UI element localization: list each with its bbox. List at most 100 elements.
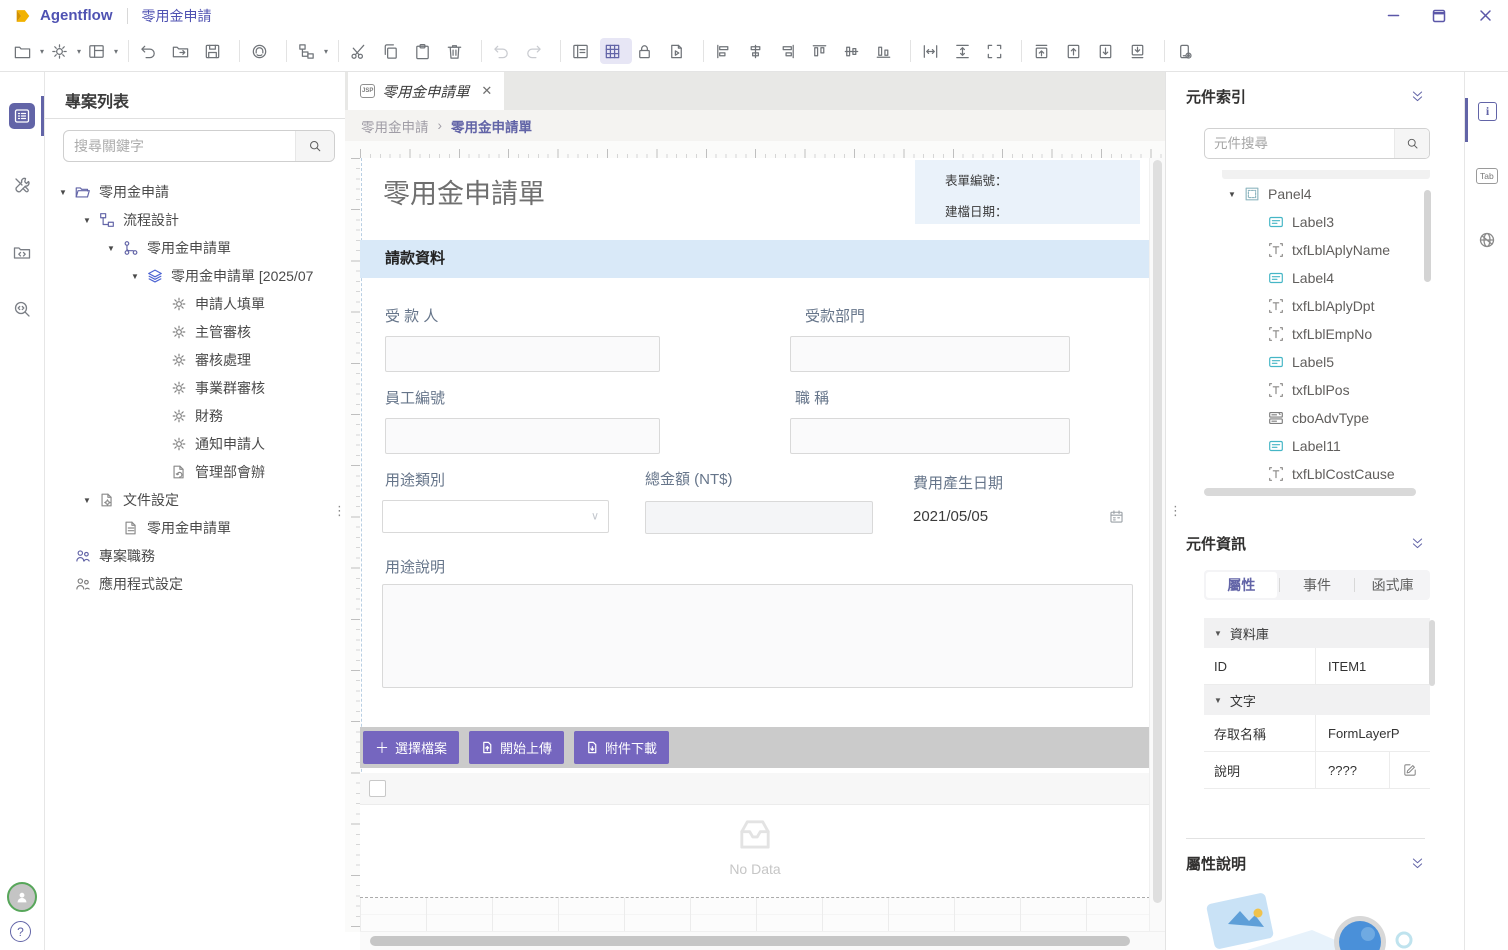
undo-button[interactable]: ▾ — [136, 38, 168, 64]
fit-height-button[interactable]: ▾ — [950, 38, 982, 64]
fit-screen-button[interactable]: ▾ — [982, 38, 1014, 64]
component-item[interactable]: Panel4 — [1166, 180, 1465, 208]
fit-width-button[interactable]: ▾ — [918, 38, 950, 64]
expand-arrow-icon[interactable] — [83, 216, 98, 225]
send-to-back-button[interactable]: ▾ — [1125, 38, 1157, 64]
panel-resize-handle[interactable]: ⋮ — [333, 508, 341, 514]
breadcrumb-parent[interactable]: 零用金申請 — [361, 116, 429, 136]
calendar-icon[interactable] — [1108, 508, 1125, 525]
project-search[interactable] — [63, 130, 335, 162]
tab-properties[interactable]: 屬性 — [1206, 572, 1277, 598]
empno-field[interactable] — [385, 418, 660, 454]
property-group-text[interactable]: ▼文字 — [1204, 685, 1430, 715]
component-item[interactable]: cboAdvType — [1166, 404, 1465, 432]
file-run-button[interactable]: ▾ — [664, 38, 696, 64]
tree-item[interactable]: 審核處理 — [45, 346, 345, 374]
expand-arrow-icon[interactable] — [131, 272, 146, 281]
tree-item[interactable]: 管理部會辦 — [45, 458, 345, 486]
align-right-button[interactable]: ▾ — [775, 38, 807, 64]
grid-view-button[interactable]: ▾ — [600, 38, 632, 64]
canvas-horizontal-scrollbar[interactable] — [360, 931, 1165, 950]
align-middle-v-button[interactable]: ▾ — [839, 38, 871, 64]
save-button[interactable]: ▾ — [200, 38, 232, 64]
cut-button[interactable]: ▾ — [346, 38, 378, 64]
property-row[interactable]: 說明???? — [1204, 752, 1430, 789]
panel-resize-handle[interactable]: ⋮ — [1169, 508, 1177, 514]
tree-item[interactable]: 零用金申請 — [45, 178, 345, 206]
hierarchy-button[interactable]: ▾ — [294, 38, 331, 64]
tree-item[interactable]: 零用金申請單 — [45, 514, 345, 542]
align-center-h-button[interactable]: ▾ — [743, 38, 775, 64]
send-backward-button[interactable]: ▾ — [1093, 38, 1125, 64]
component-item[interactable]: Label4 — [1166, 264, 1465, 292]
component-search[interactable] — [1204, 128, 1430, 159]
layout-button[interactable]: ▾ — [84, 38, 121, 64]
tree-item[interactable]: 文件設定 — [45, 486, 345, 514]
component-item[interactable]: Label11 — [1166, 432, 1465, 460]
edit-icon[interactable] — [1389, 752, 1430, 788]
component-search-input[interactable] — [1205, 136, 1394, 151]
device-settings-button[interactable]: ▾ — [1172, 38, 1204, 64]
tab-close-icon[interactable]: ✕ — [481, 83, 492, 99]
tree-item[interactable]: 主管審核 — [45, 318, 345, 346]
search-code-icon[interactable] — [9, 296, 35, 322]
help-icon[interactable]: ? — [10, 921, 31, 942]
canvas-vertical-scrollbar[interactable] — [1149, 158, 1165, 932]
bring-to-front-button[interactable]: ▾ — [1029, 38, 1061, 64]
assistant-button[interactable]: ▾ — [247, 38, 279, 64]
tree-item[interactable]: 通知申請人 — [45, 430, 345, 458]
payee-field[interactable] — [385, 336, 660, 372]
property-row[interactable]: 存取名稱FormLayerP — [1204, 715, 1430, 752]
tree-item[interactable]: 財務 — [45, 402, 345, 430]
section-header[interactable]: 請款資料 — [360, 240, 1150, 278]
form-meta-panel[interactable]: 表單編號： 建檔日期： — [915, 160, 1140, 224]
select-all-checkbox[interactable] — [360, 780, 394, 797]
tree-item[interactable]: 申請人填單 — [45, 290, 345, 318]
editor-tab[interactable]: JSP 零用金申請單 ✕ — [348, 72, 504, 110]
align-left-button[interactable]: ▾ — [711, 38, 743, 64]
form-view-button[interactable]: ▾ — [568, 38, 600, 64]
component-item[interactable]: txfLblPos — [1166, 376, 1465, 404]
property-group-database[interactable]: ▼資料庫 — [1204, 618, 1430, 648]
copy-button[interactable]: ▾ — [378, 38, 410, 64]
tree-item[interactable]: 事業群審核 — [45, 374, 345, 402]
design-grid[interactable] — [360, 898, 1150, 932]
globe-icon[interactable] — [1477, 230, 1497, 250]
form-design-surface[interactable]: 零用金申請單 表單編號： 建檔日期： 請款資料 受 款 人 受款部門 員工編號 … — [360, 158, 1150, 932]
align-top-button[interactable]: ▾ — [807, 38, 839, 64]
tree-item[interactable]: 零用金申請單 — [45, 234, 345, 262]
info-icon[interactable]: i — [1478, 102, 1497, 121]
component-item[interactable]: Label3 — [1166, 208, 1465, 236]
component-list-scrollbar[interactable] — [1424, 190, 1431, 282]
align-bottom-button[interactable]: ▾ — [871, 38, 903, 64]
tab-library[interactable]: 函式庫 — [1357, 572, 1428, 598]
tab-order-icon[interactable]: Tab — [1476, 168, 1498, 184]
tree-item[interactable]: 零用金申請單 [2025/07 — [45, 262, 345, 290]
maximize-button[interactable] — [1416, 0, 1462, 31]
dept-field[interactable] — [790, 336, 1070, 372]
bring-forward-button[interactable]: ▾ — [1061, 38, 1093, 64]
type-select[interactable]: ∨ — [382, 500, 609, 533]
undo-button[interactable]: ▾ — [489, 38, 521, 64]
component-list-hscrollbar[interactable] — [1204, 488, 1416, 496]
choose-file-button[interactable]: ＋選擇檔案 — [363, 731, 459, 764]
collapse-chevrons-icon[interactable] — [1410, 856, 1425, 871]
expand-arrow-icon[interactable] — [59, 188, 74, 197]
folder-code-icon[interactable] — [9, 239, 35, 265]
lock-button[interactable]: ▾ — [632, 38, 664, 64]
component-item[interactable]: Label5 — [1166, 348, 1465, 376]
settings-button[interactable]: ▾ — [47, 38, 84, 64]
tools-icon[interactable] — [9, 172, 35, 198]
component-item[interactable]: txfLblCostCause — [1166, 460, 1465, 488]
component-item[interactable]: txfLblAplyName — [1166, 236, 1465, 264]
minimize-button[interactable] — [1370, 0, 1416, 31]
component-item[interactable]: txfLblAplyDpt — [1166, 292, 1465, 320]
open-form-button[interactable]: ▾ — [168, 38, 200, 64]
tree-item[interactable]: 流程設計 — [45, 206, 345, 234]
redo-button[interactable]: ▾ — [521, 38, 553, 64]
form-list-icon[interactable] — [9, 103, 35, 129]
paste-button[interactable]: ▾ — [410, 38, 442, 64]
search-icon[interactable] — [295, 131, 334, 161]
property-table-scrollbar[interactable] — [1429, 620, 1435, 686]
expand-arrow-icon[interactable] — [1228, 190, 1243, 199]
